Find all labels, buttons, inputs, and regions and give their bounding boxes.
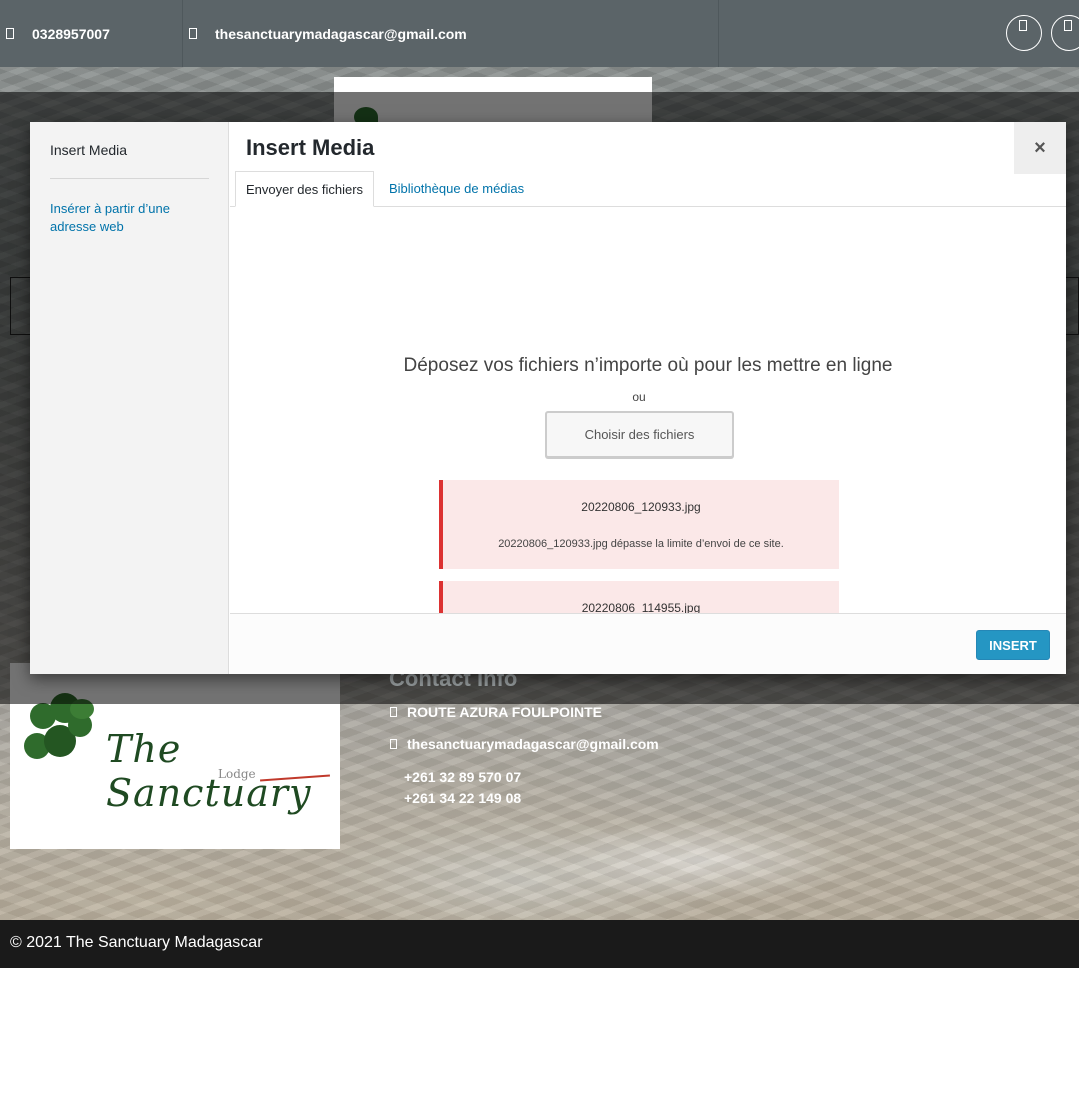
modal-main: Insert Media × Envoyer des fichiers Bibl… xyxy=(230,122,1066,674)
contact-phone-1: +261 32 89 570 07 xyxy=(404,769,522,785)
insert-from-url-link[interactable]: Insérer à partir d’une adresse web xyxy=(50,200,210,236)
topbar-phone-text: 0328957007 xyxy=(32,25,110,42)
modal-tabs: Envoyer des fichiers Bibliothèque de méd… xyxy=(230,171,1066,207)
social-button-2[interactable] xyxy=(1051,15,1079,51)
topbar-email[interactable]: thesanctuarymadagascar@gmail.com xyxy=(183,0,719,67)
tab-media-library[interactable]: Bibliothèque de médias xyxy=(379,171,534,207)
modal-title: Insert Media xyxy=(246,135,375,160)
insert-media-modal: Insert Media Insérer à partir d’une adre… xyxy=(30,122,1066,674)
error-filename: 20220806_120933.jpg xyxy=(581,500,701,514)
mail-icon xyxy=(189,28,197,39)
topbar-email-text: thesanctuarymadagascar@gmail.com xyxy=(215,25,467,42)
upload-error: 20220806_120933.jpg 20220806_120933.jpg … xyxy=(439,480,839,569)
modal-sidebar: Insert Media Insérer à partir d’une adre… xyxy=(30,122,229,674)
close-button[interactable]: × xyxy=(1014,122,1066,174)
drop-instructions: Déposez vos fichiers n’importe où pour l… xyxy=(403,355,893,376)
copyright: © 2021 The Sanctuary Madagascar xyxy=(10,934,263,951)
location-icon xyxy=(390,707,397,717)
error-message: 20220806_120933.jpg dépasse la limite d’… xyxy=(498,538,784,550)
error-filename: 20220806_114955.jpg xyxy=(581,601,701,613)
close-icon: × xyxy=(1034,136,1046,159)
top-bar: 0328957007 thesanctuarymadagascar@gmail.… xyxy=(0,0,1079,67)
sidebar-title[interactable]: Insert Media xyxy=(50,142,127,158)
modal-footer: INSERT xyxy=(230,613,1066,674)
upload-area[interactable]: Déposez vos fichiers n’importe où pour l… xyxy=(230,207,1066,613)
contact-email[interactable]: thesanctuarymadagascar@gmail.com xyxy=(390,736,659,752)
choose-files-button[interactable]: Choisir des fichiers xyxy=(545,411,734,458)
mail-icon xyxy=(390,739,397,749)
logo-sub-text: Lodge xyxy=(218,767,256,781)
phone-icon xyxy=(6,28,14,39)
tab-upload-files[interactable]: Envoyer des fichiers xyxy=(235,171,375,207)
contact-address: ROUTE AZURA FOULPOINTE xyxy=(390,704,602,720)
social-icon xyxy=(1064,20,1072,31)
insert-button[interactable]: INSERT xyxy=(976,630,1050,660)
page: 0328957007 thesanctuarymadagascar@gmail.… xyxy=(0,0,1079,1096)
drop-or: ou xyxy=(632,390,646,404)
upload-error: 20220806_114955.jpg xyxy=(439,581,839,613)
social-button-1[interactable] xyxy=(1006,15,1042,51)
social-icon xyxy=(1019,20,1027,31)
footer-bar: © 2021 The Sanctuary Madagascar xyxy=(0,920,1079,968)
contact-email-text: thesanctuarymadagascar@gmail.com xyxy=(407,736,659,752)
topbar-phone[interactable]: 0328957007 xyxy=(0,0,183,67)
sidebar-separator xyxy=(50,178,209,179)
contact-address-text: ROUTE AZURA FOULPOINTE xyxy=(407,704,602,720)
contact-phone-2: +261 34 22 149 08 xyxy=(404,790,522,806)
